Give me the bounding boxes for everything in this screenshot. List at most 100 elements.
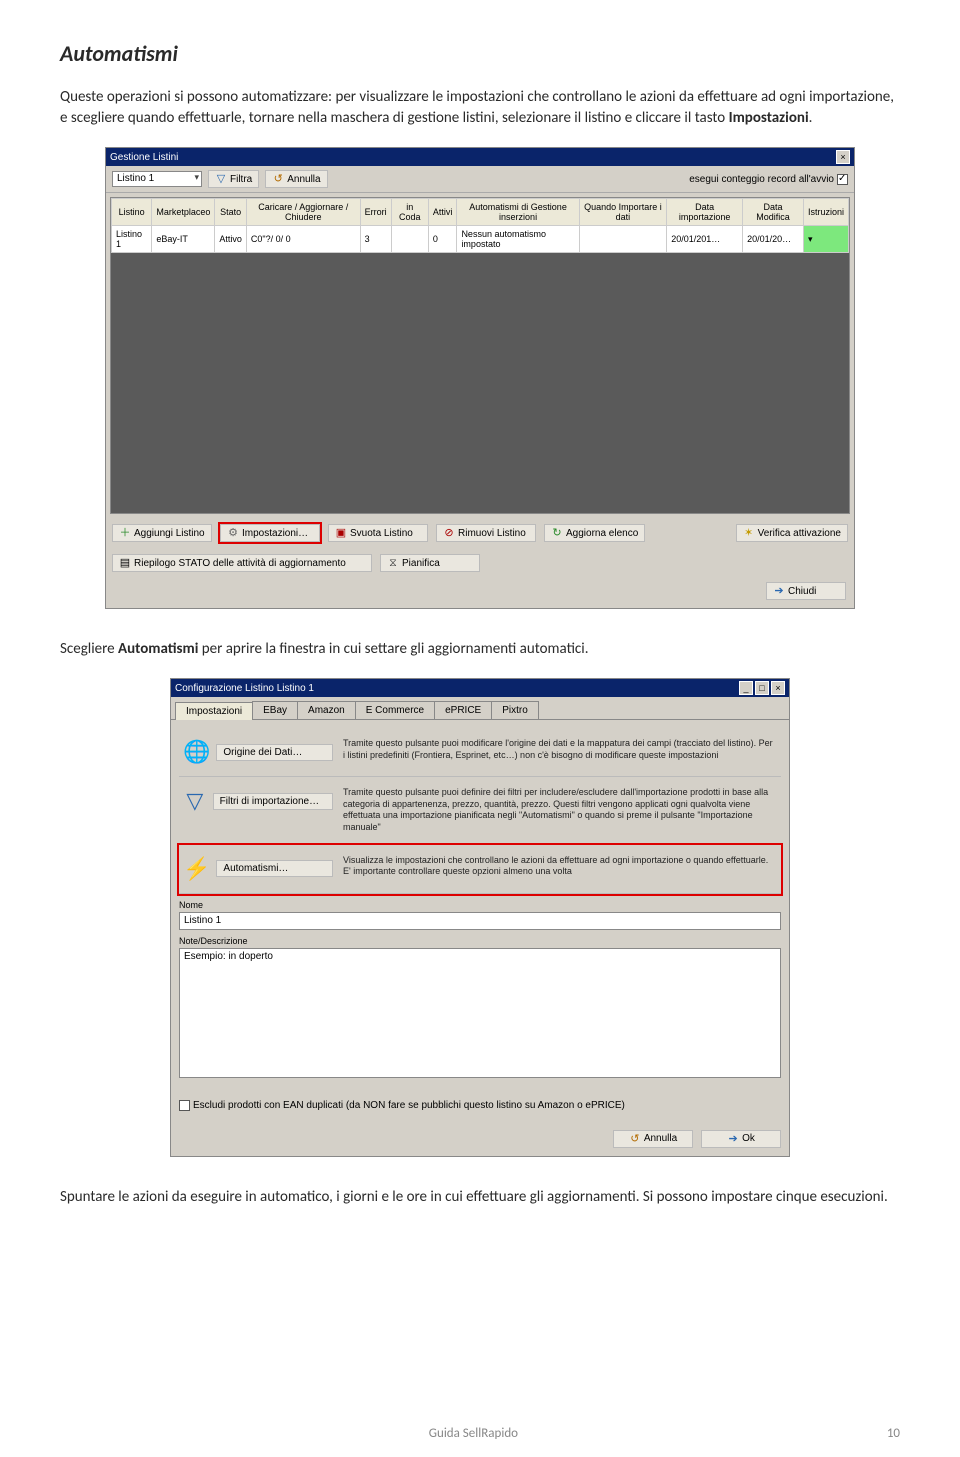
close-icon-2[interactable]: ×	[771, 681, 785, 695]
col-automatismi[interactable]: Automatismi di Gestione inserzioni	[457, 199, 579, 226]
close-arrow-icon: ➔	[773, 585, 785, 597]
minimize-icon[interactable]: _	[739, 681, 753, 695]
col-quando[interactable]: Quando Importare i dati	[579, 199, 667, 226]
paragraph-2: Scegliere Automatismi per aprire la fine…	[60, 639, 900, 660]
filter-icon: ▽	[215, 173, 227, 185]
refresh-icon: ↻	[551, 527, 563, 539]
config-tabs: Impostazioni EBay Amazon E Commerce ePRI…	[171, 697, 789, 720]
screenshot-configurazione: Configurazione Listino Listino 1 _ □ × I…	[170, 678, 790, 1157]
ok-icon: ➔	[727, 1133, 739, 1145]
chiudi-button[interactable]: ➔Chiudi	[766, 582, 846, 600]
funnel-icon: ▽	[183, 787, 207, 815]
screenshot-gestione-listini: Gestione Listini × Listino 1 ▽Filtra ↺An…	[105, 147, 855, 609]
col-caricare[interactable]: Caricare / Aggiornare / Chiudere	[246, 199, 360, 226]
svuota-listino-button[interactable]: ▣Svuota Listino	[328, 524, 428, 542]
aggiorna-elenco-button[interactable]: ↻Aggiorna elenco	[544, 524, 645, 542]
ok-button[interactable]: ➔Ok	[701, 1130, 781, 1148]
aggiungi-label: Aggiungi Listino	[134, 528, 205, 539]
verifica-attivazione-button[interactable]: ✶Verifica attivazione	[736, 524, 848, 542]
star-icon: ✶	[743, 527, 755, 539]
page-footer: Guida SellRapido 10	[0, 1426, 960, 1441]
cell-marketplace: eBay-IT	[152, 226, 215, 253]
window-controls-2: _ □ ×	[739, 681, 785, 695]
chiudi-label: Chiudi	[788, 586, 816, 597]
col-istruzioni[interactable]: Istruzioni	[803, 199, 848, 226]
tab-amazon[interactable]: Amazon	[297, 701, 356, 719]
tab-pixtro[interactable]: Pixtro	[491, 701, 539, 719]
gear-icon: ⚙	[227, 527, 239, 539]
riepilogo-button[interactable]: ▤Riepilogo STATO delle attività di aggio…	[112, 554, 372, 572]
cell-caricare: C0"?/ 0/ 0	[246, 226, 360, 253]
col-data-mod[interactable]: Data Modifica	[743, 199, 804, 226]
col-marketplace[interactable]: Marketplaceo	[152, 199, 215, 226]
schedule-icon: ⧖	[387, 557, 399, 569]
annulla-label: Annulla	[287, 174, 320, 185]
nome-field-block: Nome Listino 1	[179, 900, 781, 930]
cell-data-imp: 20/01/201…	[667, 226, 743, 253]
conteggio-label: esegui conteggio record all'avvio	[689, 174, 834, 185]
tab-ebay[interactable]: EBay	[252, 701, 298, 719]
window-title-2: Configurazione Listino Listino 1	[175, 683, 314, 694]
origine-dati-button[interactable]: Origine dei Dati…	[216, 744, 333, 761]
filtri-desc: Tramite questo pulsante puoi definire de…	[343, 787, 777, 834]
rimuovi-listino-button[interactable]: ⊘Rimuovi Listino	[436, 524, 536, 542]
row-filtri: ▽ Filtri di importazione… Tramite questo…	[179, 777, 781, 845]
conteggio-checkbox[interactable]: esegui conteggio record all'avvio	[689, 174, 848, 185]
annulla-button[interactable]: ↺Annulla	[613, 1130, 693, 1148]
window-controls: ×	[836, 150, 850, 164]
maximize-icon[interactable]: □	[755, 681, 769, 695]
impostazioni-button[interactable]: ⚙Impostazioni…	[220, 524, 320, 542]
cancel-icon-2: ↺	[629, 1133, 641, 1145]
filtra-button[interactable]: ▽Filtra	[208, 170, 259, 188]
cell-stato: Attivo	[215, 226, 247, 253]
col-stato[interactable]: Stato	[215, 199, 247, 226]
table-row[interactable]: Listino 1 eBay-IT Attivo C0"?/ 0/ 0 3 0 …	[112, 226, 849, 253]
col-data-imp[interactable]: Data importazione	[667, 199, 743, 226]
verifica-label: Verifica attivazione	[758, 528, 841, 539]
tab-ecommerce[interactable]: E Commerce	[355, 701, 435, 719]
pianifica-button[interactable]: ⧖Pianifica	[380, 554, 480, 572]
note-field-block: Note/Descrizione Esempio: in doperto	[179, 936, 781, 1078]
toolbar: Listino 1 ▽Filtra ↺Annulla esegui conteg…	[106, 166, 854, 193]
col-errori[interactable]: Errori	[360, 199, 391, 226]
aggiungi-listino-button[interactable]: ＋Aggiungi Listino	[112, 524, 212, 542]
checkbox-icon	[837, 174, 848, 185]
cell-coda	[391, 226, 428, 253]
paragraph-3: Spuntare le azioni da eseguire in automa…	[60, 1187, 900, 1208]
note-label: Note/Descrizione	[179, 936, 781, 946]
row-origine-dati: 🌐 Origine dei Dati… Tramite questo pulsa…	[179, 728, 781, 777]
automatismi-button[interactable]: Automatismi…	[216, 860, 333, 877]
automatismi-desc: Visualizza le impostazioni che controlla…	[343, 855, 777, 878]
cell-istruzioni[interactable]: ▾	[803, 226, 848, 253]
chevron-down-icon: ▾	[808, 234, 813, 244]
riepilogo-label: Riepilogo STATO delle attività di aggior…	[134, 558, 346, 569]
tab-eprice[interactable]: ePRICE	[434, 701, 492, 719]
note-textarea[interactable]: Esempio: in doperto	[179, 948, 781, 1078]
close-row: ➔Chiudi	[106, 578, 854, 608]
ean-checkbox[interactable]: Escludi prodotti con EAN duplicati (da N…	[179, 1100, 625, 1111]
filtra-label: Filtra	[230, 174, 252, 185]
titlebar-2: Configurazione Listino Listino 1 _ □ ×	[171, 679, 789, 697]
grid-header-row: Listino Marketplaceo Stato Caricare / Ag…	[112, 199, 849, 226]
report-icon: ▤	[119, 557, 131, 569]
tab-impostazioni[interactable]: Impostazioni	[175, 702, 253, 720]
cancel-icon: ↺	[272, 173, 284, 185]
para1-text-c: .	[809, 109, 813, 127]
footer-page-number: 10	[887, 1426, 900, 1441]
automatismi-icon: ⚡	[183, 855, 210, 883]
close-icon[interactable]: ×	[836, 150, 850, 164]
nome-input[interactable]: Listino 1	[179, 912, 781, 930]
config-footer: Escludi prodotti con EAN duplicati (da N…	[171, 1092, 789, 1122]
globe-icon: 🌐	[183, 738, 210, 766]
button-row-1: ＋Aggiungi Listino ⚙Impostazioni… ▣Svuota…	[106, 518, 854, 548]
svuota-label: Svuota Listino	[350, 528, 413, 539]
annulla-filtro-button[interactable]: ↺Annulla	[265, 170, 327, 188]
col-attivi[interactable]: Attivi	[428, 199, 457, 226]
ean-label: Escludi prodotti con EAN duplicati (da N…	[193, 1100, 625, 1111]
col-listino[interactable]: Listino	[112, 199, 152, 226]
filtri-importazione-button[interactable]: Filtri di importazione…	[213, 793, 333, 810]
listino-combo[interactable]: Listino 1	[112, 171, 202, 187]
trash-icon: ▣	[335, 527, 347, 539]
col-coda[interactable]: in Coda	[391, 199, 428, 226]
nome-label: Nome	[179, 900, 781, 910]
